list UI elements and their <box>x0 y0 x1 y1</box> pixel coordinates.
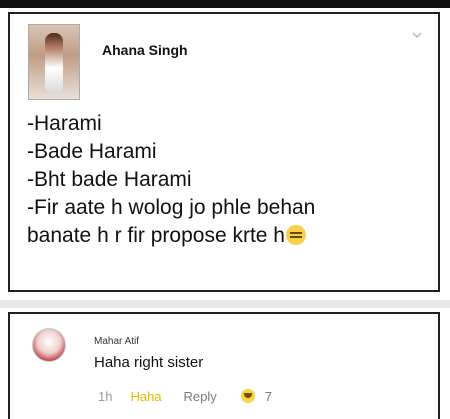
section-divider <box>0 300 450 308</box>
post-line-5: banate h r fir propose krte h <box>27 222 427 250</box>
reaction-count[interactable]: 7 <box>265 389 272 404</box>
haha-button[interactable]: Haha <box>130 389 161 404</box>
post-author-name[interactable]: Ahana Singh <box>102 42 188 58</box>
chevron-down-icon[interactable] <box>412 30 422 40</box>
comment-time[interactable]: 1h <box>98 389 112 404</box>
post-line-4: -Fir aate h wolog jo phle behan <box>27 196 316 219</box>
author-avatar[interactable] <box>28 24 80 100</box>
commenter-avatar[interactable] <box>32 328 66 362</box>
comment-card: Mahar Atif Haha right sister 1h Haha Rep… <box>8 312 440 419</box>
post-line-5-text: banate h r fir propose krte h <box>27 224 285 247</box>
commenter-name[interactable]: Mahar Atif <box>94 336 139 347</box>
comment-actions: 1h Haha Reply 7 <box>98 387 272 405</box>
post-card: Ahana Singh -Harami -Bade Harami -Bht ba… <box>8 12 440 292</box>
post-line-2: -Bade Harami <box>27 140 157 163</box>
top-border <box>0 0 450 8</box>
post-line-3: -Bht bade Harami <box>27 168 192 191</box>
post-line-1: -Harami <box>27 112 102 135</box>
reply-button[interactable]: Reply <box>184 389 217 404</box>
haha-reaction-icon[interactable] <box>240 389 255 403</box>
avatar-figure <box>45 33 63 91</box>
expressionless-face-emoji-icon <box>285 225 306 245</box>
comment-text: Haha right sister <box>94 354 204 371</box>
post-text: -Harami -Bade Harami -Bht bade Harami -F… <box>27 110 427 250</box>
